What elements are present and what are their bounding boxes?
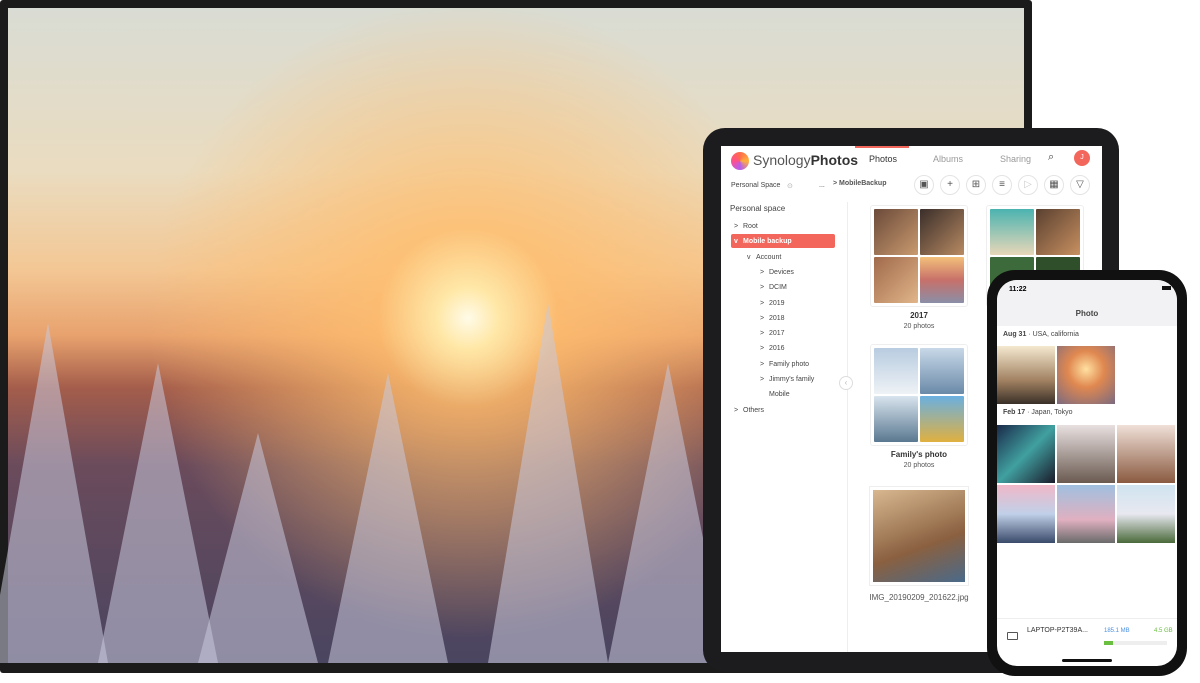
sidebar-item[interactable]: >2016 <box>760 345 785 352</box>
backup-device: LAPTOP-P2T39A... <box>1027 627 1088 634</box>
total-size: 4.5 GB <box>1154 628 1173 634</box>
photo-thumbnail[interactable] <box>1117 485 1175 543</box>
sidebar-item[interactable]: Mobile <box>760 391 790 398</box>
avatar[interactable]: J <box>1074 150 1090 166</box>
sidebar-item-label: 2017 <box>769 330 785 338</box>
backup-progress-bar <box>1104 641 1167 645</box>
filter-icon[interactable]: ▽ <box>1070 175 1090 195</box>
chevron-icon[interactable]: > <box>734 223 743 230</box>
dropdown-icon[interactable]: ⊙ <box>787 182 793 190</box>
laptop-icon <box>1007 632 1018 640</box>
photo-thumbnail[interactable] <box>1057 425 1115 483</box>
photo-thumbnail[interactable] <box>997 425 1055 483</box>
sidebar-item-label: 2018 <box>769 314 785 322</box>
sidebar-item[interactable]: >2019 <box>760 300 785 307</box>
progress-fill <box>1104 641 1114 645</box>
phone-screen: 11:22 Photo Aug 31 · USA, california Feb… <box>997 280 1177 666</box>
sidebar-item[interactable]: > Devices <box>760 269 794 276</box>
breadcrumb-ellipsis[interactable]: ... <box>819 182 825 189</box>
photo-filename: IMG_20190209_201622.jpg <box>869 593 969 602</box>
chevron-icon[interactable]: v <box>734 238 743 245</box>
chevron-icon[interactable]: > <box>760 345 769 352</box>
sidebar-item[interactable]: > Others <box>734 407 764 414</box>
search-icon[interactable]: ⌕ <box>1048 151 1054 164</box>
sidebar-item-label: Mobile <box>769 391 790 399</box>
divider <box>997 618 1177 619</box>
sidebar-item-label: Mobile backup <box>743 238 792 246</box>
space-selector[interactable]: Personal Space <box>731 182 780 189</box>
uploaded-size: 185.1 MB <box>1104 628 1130 634</box>
folder-name: Family's photo <box>890 450 948 459</box>
sidebar-title: Personal space <box>730 204 786 213</box>
sidebar-item-label: Jimmy's family <box>769 376 815 383</box>
sidebar-item[interactable]: v Mobile backup <box>734 238 792 245</box>
sidebar-item-label: 2016 <box>769 345 785 353</box>
active-tab-indicator <box>855 146 909 148</box>
image-icon[interactable]: ▣ <box>914 175 934 195</box>
photo-thumbnail[interactable] <box>997 485 1055 543</box>
folder-card-2017[interactable] <box>870 205 968 307</box>
sidebar-item[interactable]: >2018 <box>760 315 785 322</box>
sidebar-item-label: 2019 <box>769 299 785 307</box>
group-date: Aug 31 <box>1003 331 1027 338</box>
folder-name: 2017 <box>910 311 928 320</box>
chevron-icon[interactable]: > <box>760 376 769 383</box>
synology-photos-logo-icon <box>731 152 749 170</box>
slideshow-icon[interactable]: ▷ <box>1018 175 1038 195</box>
chevron-icon[interactable]: > <box>760 315 769 322</box>
sidebar-item-label: Account <box>756 253 782 261</box>
group-place: · Japan, Tokyo <box>1027 409 1073 416</box>
sidebar-item-label: Devices <box>769 268 794 276</box>
group-place: · USA, california <box>1028 331 1079 338</box>
chevron-icon[interactable]: > <box>760 361 769 368</box>
photo-thumbnail[interactable] <box>1117 425 1175 483</box>
sidebar-item[interactable]: >2017 <box>760 330 785 337</box>
photo-thumbnail[interactable] <box>997 346 1055 404</box>
sidebar-item[interactable]: > Jimmy's family <box>760 376 814 383</box>
sidebar-item[interactable]: > DCIM <box>760 284 787 291</box>
date-group-header: Feb 17 · Japan, Tokyo <box>1003 409 1073 416</box>
status-time: 11:22 <box>1009 286 1027 293</box>
sidebar-item-label: Others <box>743 406 765 414</box>
sidebar-item[interactable]: > Family photo <box>760 361 809 368</box>
tab-photos[interactable]: Photos <box>869 154 897 164</box>
add-folder-icon[interactable]: ⊞ <box>966 175 986 195</box>
photo-thumbnail[interactable] <box>869 486 969 586</box>
collapse-sidebar-icon[interactable]: ‹ <box>839 376 853 390</box>
group-date: Feb 17 <box>1003 409 1026 416</box>
calendar-icon[interactable]: ▦ <box>1044 175 1064 195</box>
plus-icon[interactable]: + <box>940 175 960 195</box>
sidebar-item-label: Root <box>743 223 758 230</box>
photo-thumbnail[interactable] <box>1057 346 1115 404</box>
home-indicator <box>1062 659 1112 662</box>
photo-thumbnail[interactable] <box>1057 485 1115 543</box>
chevron-icon[interactable]: > <box>760 330 769 337</box>
sidebar-item[interactable]: > Root <box>734 223 758 230</box>
tab-albums[interactable]: Albums <box>933 154 963 164</box>
sidebar-divider <box>847 202 848 652</box>
date-group-header: Aug 31 · USA, california <box>1003 331 1079 338</box>
sidebar-item-label: Family photo <box>769 360 810 368</box>
chevron-icon[interactable]: > <box>760 269 769 276</box>
tab-sharing[interactable]: Sharing <box>1000 154 1031 164</box>
chevron-icon[interactable]: > <box>734 407 743 414</box>
chevron-icon[interactable]: v <box>747 254 756 261</box>
sort-icon[interactable]: ≡ <box>992 175 1012 195</box>
folder-count: 20 photos <box>903 323 935 330</box>
breadcrumb: > MobileBackup <box>833 180 887 187</box>
phone: 11:22 Photo Aug 31 · USA, california Feb… <box>987 270 1187 676</box>
folder-count: 20 photos <box>903 462 935 469</box>
chevron-icon[interactable]: > <box>760 284 769 291</box>
chevron-icon[interactable]: > <box>760 300 769 307</box>
app-brand: SynologyPhotos <box>753 152 859 168</box>
sidebar-item-label: DCIM <box>769 284 787 292</box>
folder-card-family[interactable] <box>870 344 968 446</box>
sidebar-item[interactable]: v Account <box>747 254 781 261</box>
battery-icon <box>1162 286 1171 290</box>
phone-title: Photo <box>1075 309 1099 318</box>
